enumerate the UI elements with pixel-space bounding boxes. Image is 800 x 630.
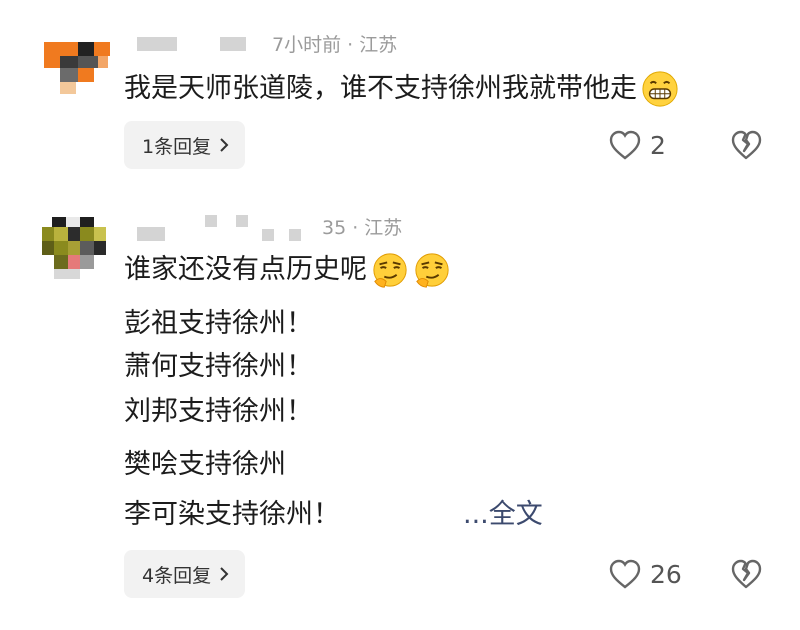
chevron-right-icon xyxy=(220,567,229,581)
comment-text: 樊哙支持徐州 xyxy=(124,449,286,480)
avatar[interactable] xyxy=(40,215,110,285)
reply-count-label: 4条回复 xyxy=(142,564,212,587)
like-button[interactable]: 26 xyxy=(608,558,682,590)
comment-item: 35 · 江苏 谁家还没有点历史呢 彭祖支持徐州！ 萧何支持徐州！ 刘邦支持徐州… xyxy=(0,200,800,630)
comment-text: 萧何支持徐州！ xyxy=(124,351,313,382)
comment-text: 谁家还没有点历史呢 xyxy=(124,254,367,285)
heart-icon xyxy=(609,130,641,160)
masked-username xyxy=(137,37,177,51)
masked-username xyxy=(262,229,274,241)
dislike-button[interactable] xyxy=(730,129,762,165)
comment-text: 我是天师张道陵，谁不支持徐州我就带他走 xyxy=(124,73,637,104)
masked-username xyxy=(137,227,165,241)
reply-count-label: 1条回复 xyxy=(142,135,212,158)
expand-full-text-link[interactable]: ...全文 xyxy=(463,496,543,534)
dislike-button[interactable] xyxy=(730,558,762,594)
avatar[interactable] xyxy=(40,38,110,108)
grinning-face-icon xyxy=(642,71,678,107)
comment-text-line: 彭祖支持徐州！ xyxy=(124,305,313,343)
comment-text-line: 樊哙支持徐州 xyxy=(124,446,286,484)
masked-username xyxy=(236,215,248,227)
comment-item: 7小时前 · 江苏 我是天师张道陵，谁不支持徐州我就带他走 1条回复 2 xyxy=(0,0,800,200)
masked-username xyxy=(289,229,301,241)
comment-meta: 35 · 江苏 xyxy=(322,217,403,239)
comment-meta: 7小时前 · 江苏 xyxy=(272,34,398,56)
comment-text-line: 萧何支持徐州！ xyxy=(124,348,313,386)
smirking-face-icon xyxy=(373,253,407,288)
broken-heart-icon xyxy=(731,130,762,160)
comment-text-line: 谁家还没有点历史呢 xyxy=(124,251,451,289)
like-button[interactable]: 2 xyxy=(608,129,666,161)
chevron-right-icon xyxy=(220,138,229,152)
masked-username xyxy=(220,37,246,51)
heart-icon xyxy=(609,559,641,589)
smirking-face-icon xyxy=(415,253,449,288)
view-replies-button[interactable]: 4条回复 xyxy=(124,550,246,598)
like-count: 2 xyxy=(650,130,666,160)
comment-text-line: 我是天师张道陵，谁不支持徐州我就带他走 xyxy=(124,70,679,108)
masked-username xyxy=(205,215,217,227)
comment-text: 彭祖支持徐州！ xyxy=(124,308,313,339)
broken-heart-icon xyxy=(731,559,762,589)
comment-text-line: 李可染支持徐州！ xyxy=(124,496,340,534)
comment-text: 刘邦支持徐州！ xyxy=(124,396,313,427)
comment-text: 李可染支持徐州！ xyxy=(124,499,340,530)
comment-text-line: 刘邦支持徐州！ xyxy=(124,393,313,431)
like-count: 26 xyxy=(650,559,682,589)
view-replies-button[interactable]: 1条回复 xyxy=(124,121,246,169)
